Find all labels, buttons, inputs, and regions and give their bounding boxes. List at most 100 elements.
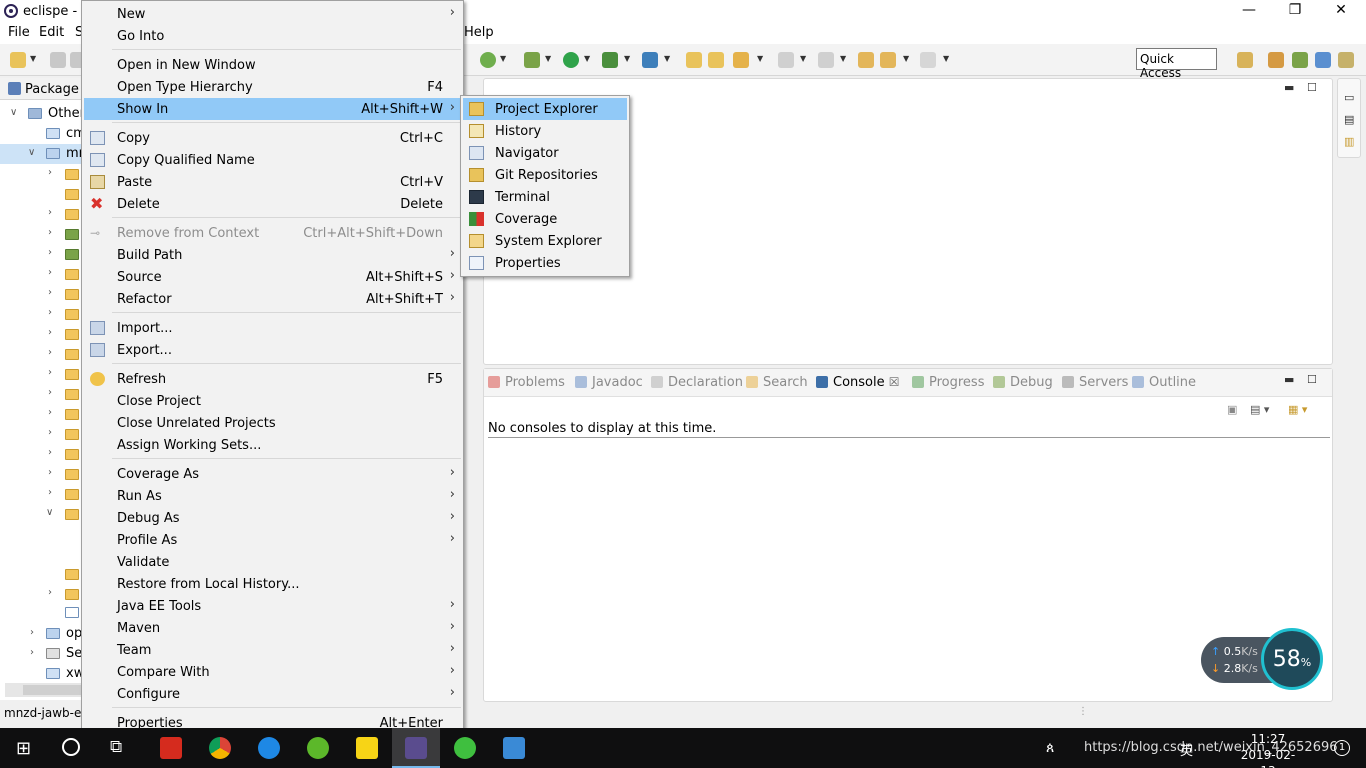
coverage-icon[interactable] <box>602 52 618 68</box>
back-icon[interactable] <box>880 52 896 68</box>
menu-item-profile-as[interactable]: Profile As › <box>84 529 461 551</box>
menu-item-build-path[interactable]: Build Path › <box>84 244 461 266</box>
submenu-item-terminal[interactable]: Terminal <box>463 186 627 208</box>
chevron-right-icon[interactable]: › <box>48 587 52 598</box>
chevron-down-icon[interactable]: ▼ <box>30 54 36 63</box>
menu-item-open-type-hierarchy[interactable]: Open Type Hierarchy F4 <box>84 76 461 98</box>
quick-access-field[interactable]: Quick Access <box>1136 48 1217 80</box>
menu-item-import[interactable]: Import... <box>84 317 461 339</box>
menu-item-copy[interactable]: Copy Ctrl+C <box>84 127 461 149</box>
menu-item-new[interactable]: New › <box>84 3 461 25</box>
open-type-icon[interactable] <box>686 52 702 68</box>
open-console-icon[interactable]: ▦ ▾ <box>1288 403 1307 416</box>
chevron-down-icon[interactable]: ∨ <box>46 507 53 518</box>
chevron-right-icon[interactable]: › <box>48 207 52 218</box>
chevron-right-icon[interactable]: › <box>48 387 52 398</box>
menu-item-paste[interactable]: Paste Ctrl+V <box>84 171 461 193</box>
menu-help[interactable]: Help <box>464 25 494 40</box>
chevron-down-icon[interactable]: ▼ <box>664 54 670 63</box>
chevron-down-icon[interactable]: ▼ <box>840 54 846 63</box>
menu-item-java-ee-tools[interactable]: Java EE Tools › <box>84 595 461 617</box>
chevron-down-icon[interactable]: ▼ <box>624 54 630 63</box>
debug-perspective-icon[interactable] <box>1292 52 1308 68</box>
tab-search[interactable]: Search <box>746 375 808 390</box>
menu-item-go-into[interactable]: Go Into <box>84 25 461 47</box>
menu-file[interactable]: File <box>8 25 30 40</box>
menu-item-remove-from-context[interactable]: ⊸ Remove from Context Ctrl+Alt+Shift+Down <box>84 222 461 244</box>
chevron-down-icon[interactable]: ▼ <box>943 54 949 63</box>
windows-start-icon[interactable]: ⊞ <box>16 738 31 759</box>
menu-item-source[interactable]: Source Alt+Shift+S › <box>84 266 461 288</box>
chevron-right-icon[interactable]: › <box>48 367 52 378</box>
java-ee-perspective-icon[interactable] <box>1268 52 1284 68</box>
task-list-icon[interactable]: ▤ <box>1344 113 1354 126</box>
tab-progress[interactable]: Progress <box>912 375 984 390</box>
open-task-icon[interactable] <box>708 52 724 68</box>
cortana-search-icon[interactable] <box>62 738 80 756</box>
chevron-right-icon[interactable]: › <box>48 407 52 418</box>
memory-usage-gauge[interactable]: 58% <box>1261 628 1323 690</box>
system-clock[interactable]: 11:27 2019-02-13 <box>1238 731 1298 768</box>
menu-item-refresh[interactable]: Refresh F5 <box>84 368 461 390</box>
sticky-notes-icon[interactable] <box>356 737 378 759</box>
chevron-right-icon[interactable]: › <box>48 327 52 338</box>
menu-item-refactor[interactable]: Refactor Alt+Shift+T › <box>84 288 461 310</box>
chevron-down-icon[interactable]: ∨ <box>28 147 35 158</box>
menu-item-close-unrelated-projects[interactable]: Close Unrelated Projects <box>84 412 461 434</box>
submenu-item-project-explorer[interactable]: Project Explorer <box>463 98 627 120</box>
youdao-dict-icon[interactable] <box>160 737 182 759</box>
chevron-right-icon[interactable]: › <box>30 627 34 638</box>
chevron-down-icon[interactable]: ▼ <box>545 54 551 63</box>
chevron-right-icon[interactable]: › <box>30 647 34 658</box>
eclipse-taskbar-button-active[interactable] <box>392 728 440 768</box>
people-icon[interactable]: ጰ <box>1046 740 1054 756</box>
restore-view-icon[interactable]: ▭ <box>1344 91 1354 104</box>
menu-item-debug-as[interactable]: Debug As › <box>84 507 461 529</box>
minimize-view-icon[interactable]: ▬ <box>1284 373 1294 386</box>
submenu-item-history[interactable]: History <box>463 120 627 142</box>
menu-item-restore-local-history[interactable]: Restore from Local History... <box>84 573 461 595</box>
open-perspective-icon[interactable] <box>1237 52 1253 68</box>
notification-center-icon[interactable]: 1 <box>1334 740 1350 756</box>
chevron-right-icon[interactable]: › <box>48 347 52 358</box>
menu-item-configure[interactable]: Configure › <box>84 683 461 705</box>
close-tab-icon[interactable]: ☒ <box>889 375 900 389</box>
chrome-icon[interactable] <box>209 737 231 759</box>
submenu-item-coverage[interactable]: Coverage <box>463 208 627 230</box>
chevron-right-icon[interactable]: › <box>48 487 52 498</box>
browser-360-icon[interactable] <box>307 737 329 759</box>
maximize-view-icon[interactable]: ☐ <box>1307 373 1317 386</box>
tree-item-selected[interactable]: ∨ mr <box>0 144 84 164</box>
next-annotation-icon[interactable] <box>778 52 794 68</box>
chevron-right-icon[interactable]: › <box>48 307 52 318</box>
tab-console[interactable]: Console ☒ <box>816 375 900 390</box>
menu-item-coverage-as[interactable]: Coverage As › <box>84 463 461 485</box>
menu-item-export[interactable]: Export... <box>84 339 461 361</box>
last-edit-icon[interactable] <box>858 52 874 68</box>
tab-outline[interactable]: Outline <box>1132 375 1196 390</box>
menu-item-copy-qualified-name[interactable]: Copy Qualified Name <box>84 149 461 171</box>
forward-icon[interactable] <box>920 52 936 68</box>
maximize-view-icon[interactable]: ☐ <box>1307 81 1317 94</box>
java-perspective-icon[interactable] <box>1315 52 1331 68</box>
menu-item-close-project[interactable]: Close Project <box>84 390 461 412</box>
chevron-down-icon[interactable]: ▼ <box>903 54 909 63</box>
menu-item-open-new-window[interactable]: Open in New Window <box>84 54 461 76</box>
restore-button[interactable]: ❐ <box>1272 2 1318 22</box>
run-icon[interactable] <box>563 52 579 68</box>
ime-language-indicator[interactable]: 英 <box>1180 740 1193 759</box>
submenu-item-navigator[interactable]: Navigator <box>463 142 627 164</box>
submenu-item-properties[interactable]: Properties <box>463 252 627 274</box>
submenu-item-system-explorer[interactable]: System Explorer <box>463 230 627 252</box>
chevron-right-icon[interactable]: › <box>48 227 52 238</box>
minimize-view-icon[interactable]: ▬ <box>1284 81 1294 94</box>
remote-desktop-icon[interactable] <box>503 737 525 759</box>
chevron-down-icon[interactable]: ▼ <box>584 54 590 63</box>
menu-item-delete[interactable]: ✖ Delete Delete <box>84 193 461 215</box>
internet-explorer-icon[interactable] <box>258 737 280 759</box>
close-window-button[interactable]: ✕ <box>1318 2 1364 22</box>
chevron-down-icon[interactable]: ∨ <box>10 107 17 118</box>
chevron-right-icon[interactable]: › <box>48 287 52 298</box>
chevron-right-icon[interactable]: › <box>48 267 52 278</box>
team-perspective-icon[interactable] <box>1338 52 1354 68</box>
